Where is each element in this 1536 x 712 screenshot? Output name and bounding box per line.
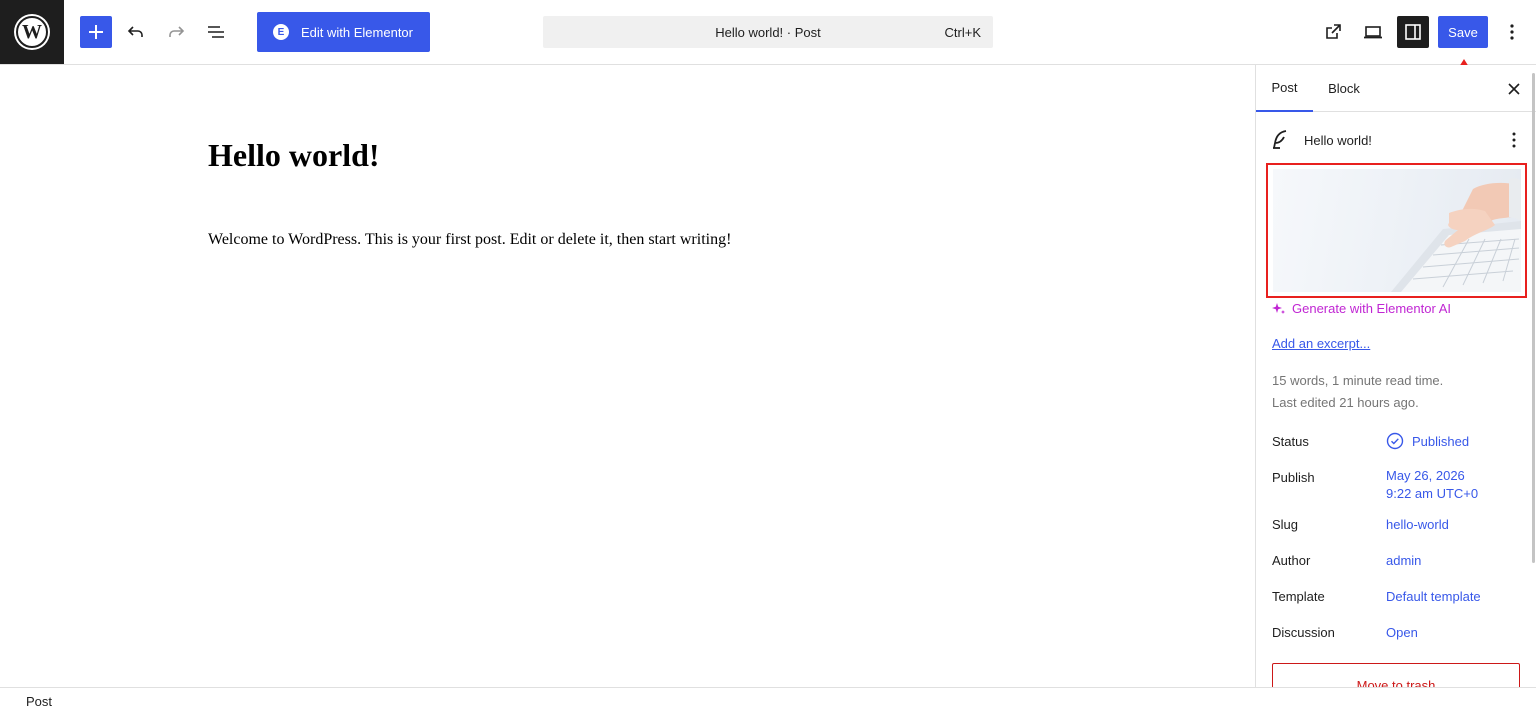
discussion-label: Discussion <box>1272 625 1335 640</box>
post-actions-button[interactable] <box>1506 128 1522 152</box>
word-count-text: 15 words, 1 minute read time. <box>1272 373 1444 388</box>
kebab-menu-icon <box>1510 24 1514 40</box>
publish-time: 9:22 am UTC+0 <box>1386 486 1479 501</box>
elementor-icon: E <box>273 24 289 40</box>
featured-image[interactable] <box>1273 169 1521 292</box>
kebab-menu-icon <box>1512 132 1516 148</box>
editor-canvas[interactable]: Hello world! Welcome to WordPress. This … <box>0 65 1255 687</box>
slug-value-button[interactable]: hello-world <box>1386 517 1449 532</box>
discussion-value-button[interactable]: Open <box>1386 625 1418 640</box>
template-value-button[interactable]: Default template <box>1386 589 1481 604</box>
author-value-button[interactable]: admin <box>1386 553 1421 568</box>
post-card-title: Hello world! <box>1304 132 1372 148</box>
undo-icon <box>127 26 143 37</box>
preview-device-button[interactable] <box>1357 16 1389 48</box>
editor-footer: Post <box>0 687 1536 712</box>
quill-icon <box>1273 130 1287 149</box>
editor-header: W E Edit with Elementor Hello world! · P… <box>0 0 1536 65</box>
redo-button[interactable] <box>160 16 192 48</box>
sidebar-scrollbar[interactable] <box>1532 73 1535 563</box>
save-button[interactable]: Save <box>1438 16 1488 48</box>
publish-date-button[interactable]: May 26, 2026 9:22 am UTC+0 <box>1386 467 1478 503</box>
status-value: Published <box>1412 433 1470 449</box>
external-link-icon <box>1326 24 1341 39</box>
close-sidebar-button[interactable] <box>1502 77 1526 101</box>
laptop-icon <box>1364 26 1382 39</box>
last-edited-text: Last edited 21 hours ago. <box>1272 395 1419 410</box>
published-check-icon <box>1386 432 1404 450</box>
post-title[interactable]: Hello world! <box>208 137 380 174</box>
document-overview-button[interactable] <box>200 16 232 48</box>
generate-with-ai-button[interactable]: Generate with Elementor AI <box>1272 301 1451 316</box>
plus-icon <box>89 25 103 39</box>
command-bar-shortcut: Ctrl+K <box>944 25 981 40</box>
close-icon <box>1508 83 1520 95</box>
view-post-button[interactable] <box>1317 16 1349 48</box>
settings-sidebar-button[interactable] <box>1397 16 1429 48</box>
elementor-button-label: Edit with Elementor <box>301 24 413 40</box>
status-label: Status <box>1272 434 1309 449</box>
settings-sidebar: Post Block Hello world! Generate with El… <box>1255 65 1536 687</box>
command-palette-bar[interactable]: Hello world! · Post Ctrl+K <box>543 16 993 48</box>
keyboard-hands-image <box>1391 178 1521 292</box>
slug-label: Slug <box>1272 517 1299 532</box>
tab-post[interactable]: Post <box>1256 65 1313 112</box>
annotation-highlight-box <box>1266 163 1527 298</box>
publish-label: Publish <box>1272 470 1315 485</box>
post-card-header: Hello world! <box>1272 128 1522 152</box>
publish-date: May 26, 2026 <box>1386 468 1465 483</box>
command-bar-title: Hello world! · Post <box>715 24 821 40</box>
sparkle-icon <box>1272 302 1285 314</box>
sidebar-tabs: Post Block <box>1256 65 1536 112</box>
add-block-button[interactable] <box>80 16 112 48</box>
add-excerpt-link[interactable]: Add an excerpt... <box>1272 336 1370 351</box>
breadcrumb[interactable]: Post <box>26 694 52 709</box>
wordpress-logo-icon[interactable]: W <box>0 0 64 64</box>
post-meta-info: 15 words, 1 minute read time. Last edite… <box>1272 370 1443 414</box>
template-label: Template <box>1272 589 1325 604</box>
generate-ai-label: Generate with Elementor AI <box>1292 301 1451 316</box>
undo-button[interactable] <box>120 16 152 48</box>
tab-block[interactable]: Block <box>1313 65 1375 112</box>
options-menu-button[interactable] <box>1496 16 1528 48</box>
sidebar-toggle-icon <box>1405 24 1421 40</box>
edit-with-elementor-button[interactable]: E Edit with Elementor <box>257 12 430 52</box>
paragraph-block[interactable]: Welcome to WordPress. This is your first… <box>208 231 731 249</box>
author-label: Author <box>1272 553 1311 568</box>
move-to-trash-button[interactable]: Move to trash <box>1272 663 1520 687</box>
document-overview-icon <box>208 26 224 38</box>
redo-icon <box>169 26 185 37</box>
status-value-button[interactable]: Published <box>1386 432 1469 450</box>
